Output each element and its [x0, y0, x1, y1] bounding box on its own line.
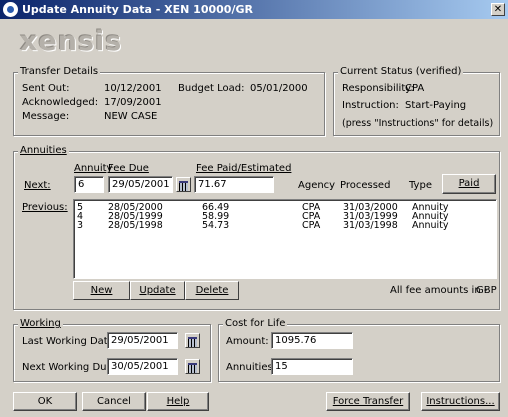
next-annuity-input[interactable]: 6	[74, 176, 104, 193]
cost-annuities-label: Annuities:	[226, 362, 277, 373]
sent-out-value: 10/12/2001	[104, 83, 162, 94]
previous-row[interactable]: 3 28/05/1998 54.73 CPA 31/03/1998 Annuit…	[77, 220, 495, 231]
fee-due-calendar-icon[interactable]	[176, 177, 191, 192]
ok-button-label: OK	[37, 396, 53, 407]
row-processed: 31/03/1998	[343, 220, 398, 231]
help-button[interactable]: Help	[147, 392, 209, 411]
cost-for-life-legend: Cost for Life	[223, 318, 288, 329]
col-annuity-header: Annuity	[74, 163, 113, 174]
responsibility-label: Responsibility:	[342, 83, 414, 94]
row-fee: 54.73	[202, 220, 230, 231]
next-fee-paid-input[interactable]: 71.67	[194, 176, 274, 193]
last-working-calendar-icon[interactable]	[185, 333, 200, 348]
next-fee-due-input[interactable]: 29/05/2001	[108, 176, 173, 193]
status-hint: (press "Instructions" for details)	[342, 118, 494, 129]
instruction-value: Start-Paying	[405, 100, 467, 111]
force-transfer-button[interactable]: Force Transfer	[326, 392, 410, 411]
responsibility-value: CPA	[405, 83, 425, 94]
new-button-label: New	[90, 285, 113, 296]
last-working-date-input[interactable]: 29/05/2001	[107, 332, 178, 349]
budget-load-value: 05/01/2000	[250, 83, 308, 94]
next-working-calendar-icon[interactable]	[185, 359, 200, 374]
paid-button[interactable]: Paid	[442, 174, 496, 194]
ok-button[interactable]: OK	[13, 392, 77, 411]
help-button-label: Help	[166, 396, 190, 407]
next-working-due-input[interactable]: 30/05/2001	[107, 358, 178, 375]
sent-out-label: Sent Out:	[22, 83, 70, 94]
currency-note: All fee amounts in -	[390, 285, 488, 296]
next-label: Next:	[24, 180, 51, 191]
col-fee-paid-header: Fee Paid/Estimated	[196, 163, 292, 174]
previous-label: Previous:	[22, 202, 68, 213]
previous-annuities-list[interactable]: 5 28/05/2000 66.49 CPA 31/03/2000 Annuit…	[73, 199, 497, 279]
row-fee-due: 28/05/1998	[108, 220, 163, 231]
acknowledged-label: Acknowledged:	[22, 97, 99, 108]
budget-load-label: Budget Load:	[178, 83, 245, 94]
row-type: Annuity	[412, 220, 449, 231]
working-legend: Working	[18, 318, 63, 329]
title-bar[interactable]: Update Annuity Data - XEN 10000/GR ✕	[0, 0, 508, 19]
cost-for-life-group	[218, 324, 500, 382]
annuities-legend: Annuities	[18, 145, 69, 156]
instruction-label: Instruction:	[342, 100, 399, 111]
app-icon	[3, 2, 18, 17]
cancel-button[interactable]: Cancel	[82, 392, 146, 411]
instructions-button[interactable]: Instructions...	[421, 392, 500, 411]
window-title: Update Annuity Data - XEN 10000/GR	[22, 3, 253, 16]
close-button[interactable]: ✕	[491, 3, 505, 16]
last-working-date-label: Last Working Date:	[22, 336, 118, 347]
new-button[interactable]: New	[73, 281, 130, 300]
update-button[interactable]: Update	[130, 281, 185, 300]
cancel-button-label: Cancel	[97, 396, 131, 407]
next-working-due-label: Next Working Due:	[22, 362, 116, 373]
current-status-legend: Current Status (verified)	[338, 66, 464, 77]
amount-label: Amount:	[226, 336, 269, 347]
instructions-button-label: Instructions...	[426, 396, 495, 407]
message-label: Message:	[22, 111, 70, 122]
col-fee-due-header: Fee Due	[108, 163, 149, 174]
col-type-header: Type	[409, 180, 432, 191]
row-agency: CPA	[302, 220, 321, 231]
message-value: NEW CASE	[104, 111, 158, 122]
transfer-details-legend: Transfer Details	[18, 66, 101, 77]
col-agency-header: Agency	[298, 180, 336, 191]
amount-input[interactable]: 1095.76	[271, 332, 353, 349]
delete-button[interactable]: Delete	[185, 281, 239, 300]
cost-annuities-input[interactable]: 15	[271, 358, 353, 375]
acknowledged-value: 17/09/2001	[104, 97, 162, 108]
force-transfer-button-label: Force Transfer	[332, 396, 404, 407]
currency-value: GBP	[476, 285, 497, 296]
logo: xensis	[20, 26, 123, 57]
update-button-label: Update	[139, 285, 176, 296]
paid-button-label: Paid	[458, 178, 480, 189]
row-annuity: 3	[77, 220, 84, 231]
delete-button-label: Delete	[195, 285, 229, 296]
col-processed-header: Processed	[340, 180, 391, 191]
